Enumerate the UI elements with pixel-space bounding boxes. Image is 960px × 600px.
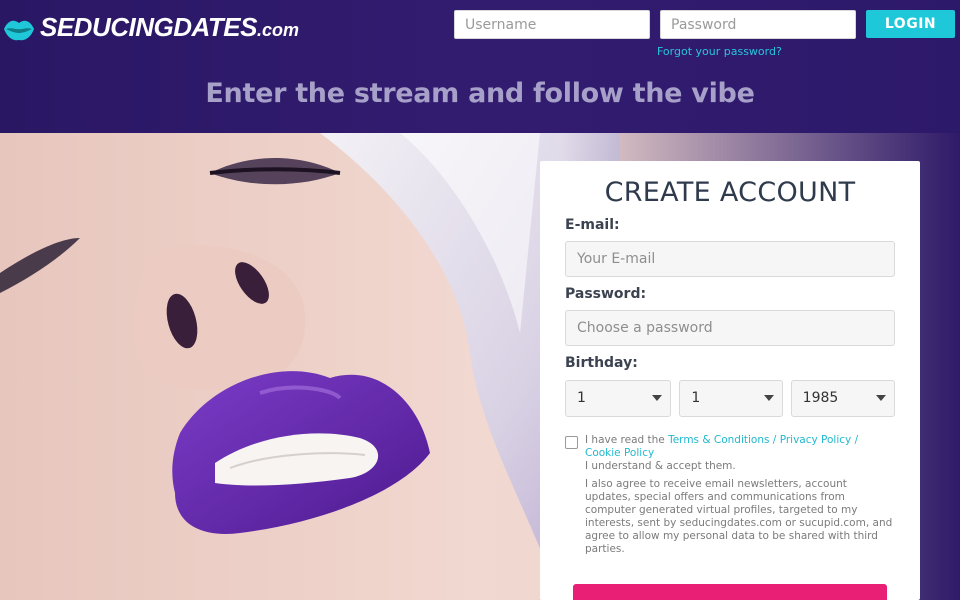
terms-prefix: I have read the <box>585 434 669 446</box>
birth-year-select[interactable]: 1985 <box>790 380 895 417</box>
email-field[interactable] <box>565 241 895 277</box>
birth-month-value: 1 <box>691 390 701 406</box>
chevron-down-icon <box>652 395 663 401</box>
birth-year-value: 1985 <box>802 390 839 406</box>
logo-wordmark: SEDUCINGDATES.com <box>40 12 299 45</box>
terms-link[interactable]: Terms & Conditions <box>668 434 769 446</box>
logo-brand: SEDUCINGDATES <box>40 12 257 42</box>
consent-text: I also agree to receive email newsletter… <box>585 478 893 555</box>
birthday-selects: 1 1 1985 <box>565 380 895 417</box>
terms-separator: / <box>851 434 859 446</box>
login-button[interactable]: LOGIN <box>866 10 955 38</box>
terms-text: I have read the Terms & Conditions / Pri… <box>585 434 895 556</box>
email-label: E-mail: <box>565 217 620 233</box>
terms-checkbox[interactable] <box>565 436 578 449</box>
birth-day-select[interactable]: 1 <box>565 380 672 417</box>
password-field[interactable] <box>565 310 895 346</box>
cookie-policy-link[interactable]: Cookie Policy <box>585 447 654 459</box>
chevron-down-icon <box>763 395 774 401</box>
terms-separator: / <box>769 434 780 446</box>
terms-section: I have read the Terms & Conditions / Pri… <box>565 434 895 556</box>
terms-accept-text: I understand & accept them. <box>585 460 736 472</box>
username-input[interactable] <box>454 10 650 39</box>
birthday-label: Birthday: <box>565 355 638 371</box>
birth-month-select[interactable]: 1 <box>679 380 783 417</box>
site-logo[interactable]: SEDUCINGDATES.com <box>2 12 299 45</box>
create-account-button[interactable] <box>573 584 887 600</box>
chevron-down-icon <box>876 395 886 401</box>
logo-suffix: .com <box>256 20 299 40</box>
signup-form: CREATE ACCOUNT E-mail: Password: Birthda… <box>540 161 920 600</box>
password-label: Password: <box>565 286 647 302</box>
form-title: CREATE ACCOUNT <box>604 177 856 208</box>
forgot-password-link[interactable]: Forgot your password? <box>657 45 782 58</box>
birth-day-value: 1 <box>577 390 586 406</box>
tagline: Enter the stream and follow the vibe <box>205 78 755 109</box>
login-password-input[interactable] <box>660 10 856 39</box>
lips-logo-icon <box>4 20 34 40</box>
privacy-policy-link[interactable]: Privacy Policy <box>780 434 852 446</box>
site-header: SEDUCINGDATES.com LOGIN Forgot your pass… <box>0 0 960 133</box>
